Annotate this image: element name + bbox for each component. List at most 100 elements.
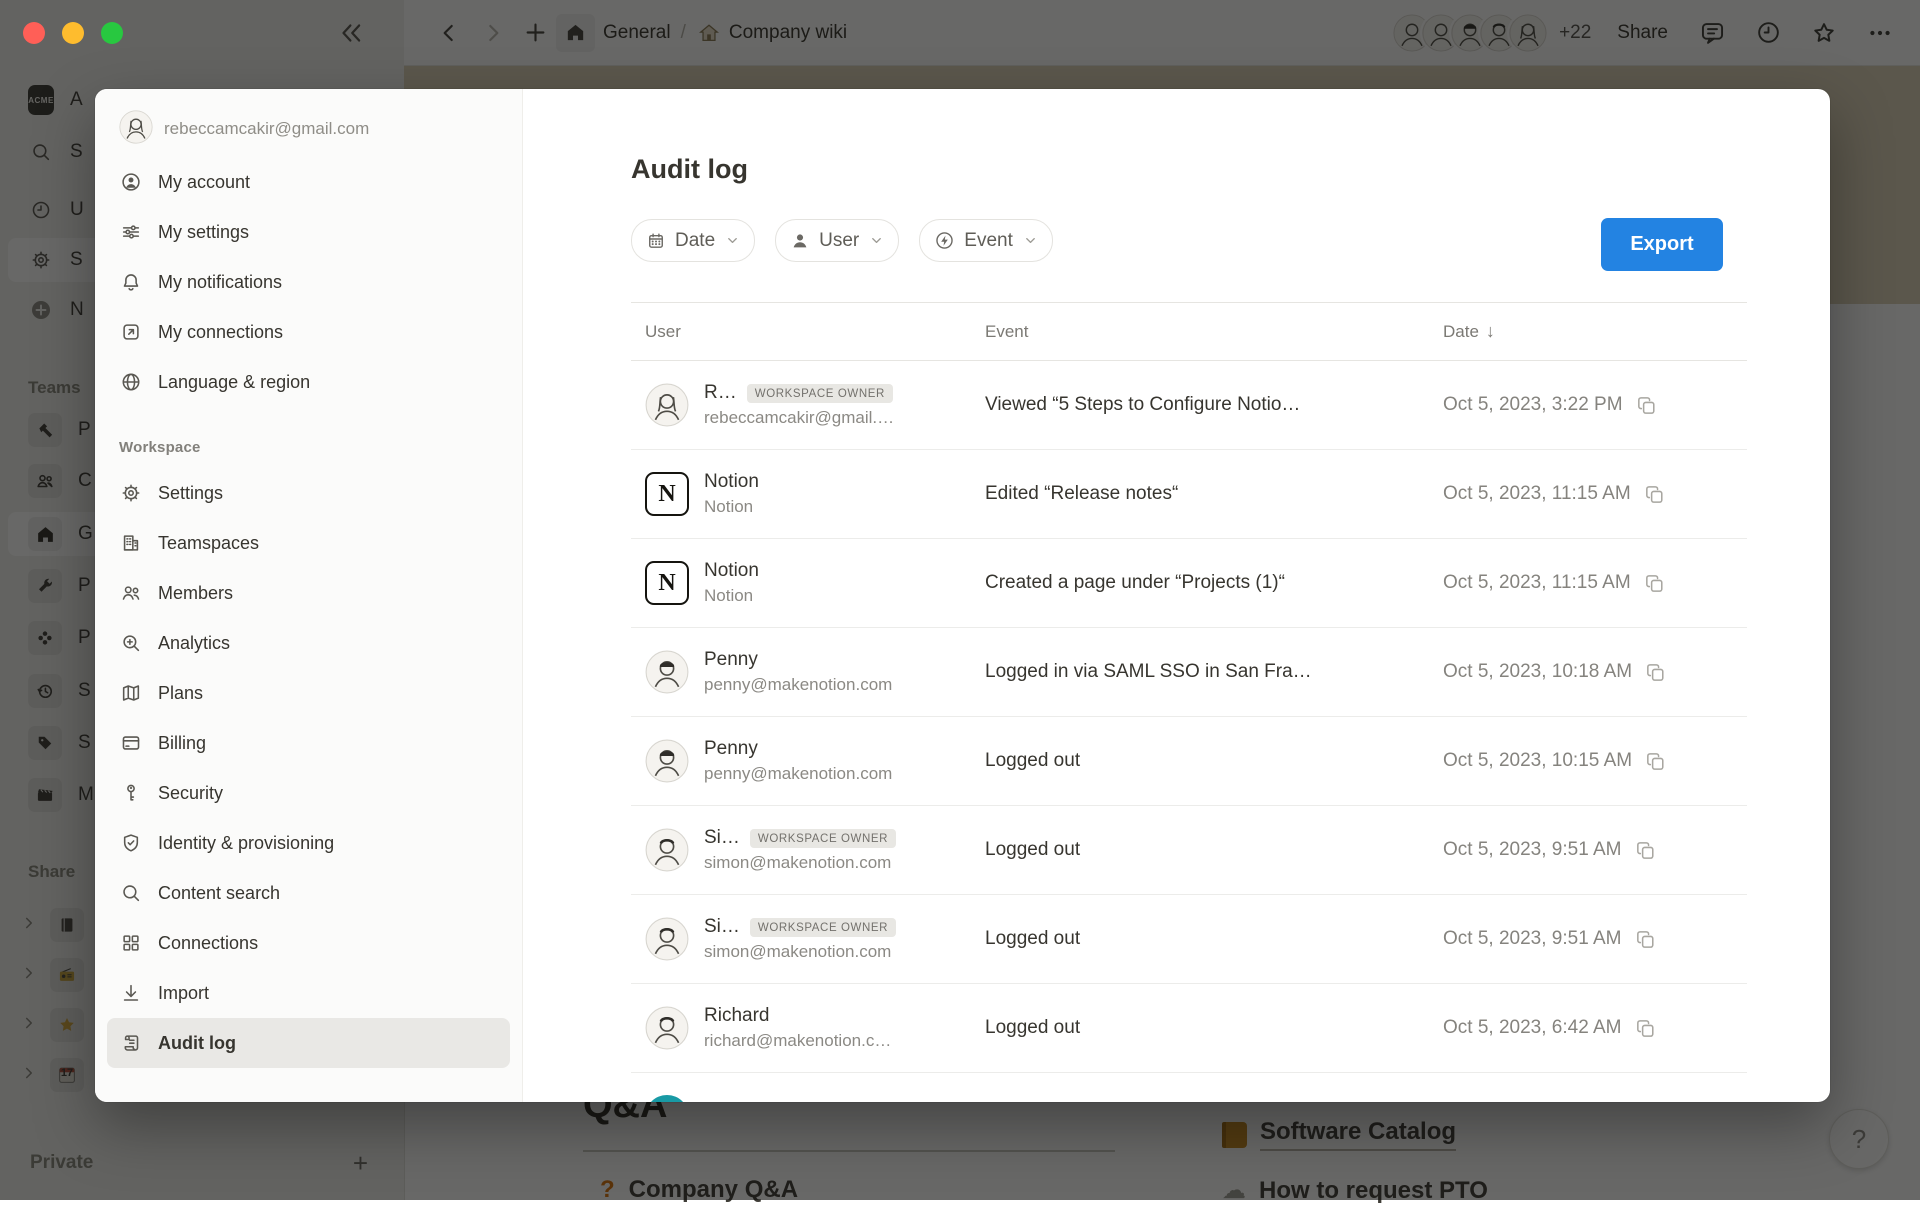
column-header-date[interactable]: Date ↓ — [1443, 321, 1747, 342]
settings-nav-label: Members — [158, 583, 233, 604]
filter-event[interactable]: Event — [919, 219, 1053, 262]
filter-date[interactable]: Date — [631, 219, 755, 262]
settings-nav-my-connections[interactable]: My connections — [107, 307, 510, 357]
audit-row[interactable]: Penny penny@makenotion.com Logged out Oct 5… — [631, 717, 1747, 806]
table-header: User Event Date ↓ — [631, 302, 1747, 361]
cell-user: R…WORKSPACE OWNERrebeccamcakir@gmail.… — [631, 382, 985, 428]
settings-nav-my-settings[interactable]: My settings — [107, 207, 510, 257]
audit-row[interactable]: Si…WORKSPACE OWNERsimon@makenotion.comLo… — [631, 806, 1747, 895]
cell-event: Created a page under “Projects (1)“ — [985, 572, 1443, 594]
user-name: Si… — [704, 827, 740, 849]
settings-nav-import[interactable]: Import — [107, 968, 510, 1018]
settings-nav-plans[interactable]: Plans — [107, 668, 510, 718]
search-icon — [118, 880, 144, 906]
cell-date: Oct 5, 2023, 3:22 PM — [1443, 394, 1747, 417]
settings-nav-label: My account — [158, 172, 250, 193]
cell-event: Logged in via SAML SSO in San Fra… — [985, 661, 1443, 683]
event-text: Logged out — [985, 839, 1080, 860]
copy-icon[interactable] — [1644, 750, 1667, 773]
user-name: R… — [704, 382, 737, 404]
settings-nav-my-notifications[interactable]: My notifications — [107, 257, 510, 307]
settings-nav-label: Audit log — [158, 1033, 236, 1054]
bolt-icon — [934, 230, 955, 251]
avatar-letter: C — [645, 1095, 689, 1102]
gear-icon — [118, 480, 144, 506]
audit-row[interactable]: R…WORKSPACE OWNERrebeccamcakir@gmail.…Vi… — [631, 361, 1747, 450]
settings-nav-label: Language & region — [158, 372, 310, 393]
settings-nav-label: Connections — [158, 933, 258, 954]
copy-icon[interactable] — [1634, 928, 1657, 951]
settings-nav-label: Billing — [158, 733, 206, 754]
cell-user: CCory — [631, 1095, 985, 1102]
settings-nav-billing[interactable]: Billing — [107, 718, 510, 768]
event-text: Created a page under “Projects (1)“ — [985, 572, 1285, 593]
audit-row[interactable]: CCoryLogged in on mac-desktop via SAM…Oc… — [631, 1073, 1747, 1102]
audit-rows: R…WORKSPACE OWNERrebeccamcakir@gmail.…Vi… — [631, 361, 1747, 1102]
minimize-window-icon[interactable] — [62, 22, 84, 44]
person-circle-icon — [118, 169, 144, 195]
user-email: rebeccamcakir@gmail.… — [704, 408, 894, 428]
audit-row[interactable]: NNotionNotionCreated a page under “Proje… — [631, 539, 1747, 628]
page-title: Audit log — [631, 153, 1747, 185]
cell-date: Oct 5, 2023, 10:15 AM — [1443, 750, 1747, 773]
copy-icon[interactable] — [1635, 394, 1658, 417]
audit-row[interactable]: Si…WORKSPACE OWNERsimon@makenotion.comLo… — [631, 895, 1747, 984]
settings-nav-identity-provisioning[interactable]: Identity & provisioning — [107, 818, 510, 868]
cell-user: Penny penny@makenotion.com — [631, 738, 985, 784]
user-name: Penny — [704, 649, 758, 671]
user-email: simon@makenotion.com — [704, 853, 896, 873]
settings-nav-analytics[interactable]: Analytics — [107, 618, 510, 668]
copy-icon[interactable] — [1644, 661, 1667, 684]
account-avatar — [119, 110, 153, 149]
copy-icon[interactable] — [1643, 572, 1666, 595]
screen: { "colors": { "accent": "#2383e2", "cory… — [0, 0, 1920, 1200]
cell-event: Viewed “5 Steps to Configure Notio… — [985, 394, 1443, 416]
user-icon — [790, 231, 810, 251]
cell-user: NNotionNotion — [631, 471, 985, 517]
audit-row[interactable]: Richardrichard@makenotion.c…Logged outOc… — [631, 984, 1747, 1073]
settings-nav-connections[interactable]: Connections — [107, 918, 510, 968]
bell-icon — [118, 269, 144, 295]
grid-icon — [118, 930, 144, 956]
settings-nav-security[interactable]: Security — [107, 768, 510, 818]
audit-row[interactable]: NNotionNotionEdited “Release notes“ Oct 5… — [631, 450, 1747, 539]
column-header-user[interactable]: User — [631, 322, 985, 342]
zoom-window-icon[interactable] — [101, 22, 123, 44]
filter-user[interactable]: User — [775, 219, 899, 262]
user-avatar — [645, 917, 689, 961]
filter-label: Date — [675, 230, 715, 252]
user-email: richard@makenotion.c… — [704, 1031, 891, 1051]
account-header: rebeccamcakir@gmail.com — [95, 109, 522, 149]
map-icon — [118, 680, 144, 706]
user-email: Notion — [704, 586, 759, 606]
settings-nav-language-region[interactable]: Language & region — [107, 357, 510, 407]
copy-icon[interactable] — [1634, 839, 1657, 862]
settings-nav-members[interactable]: Members — [107, 568, 510, 618]
event-text: Logged out — [985, 1017, 1080, 1038]
event-text: Edited “Release notes“ — [985, 483, 1178, 504]
export-button[interactable]: Export — [1601, 218, 1723, 271]
event-date: Oct 5, 2023, 11:15 AM — [1443, 483, 1631, 505]
copy-icon[interactable] — [1634, 1017, 1657, 1040]
settings-nav-my-account[interactable]: My account — [107, 157, 510, 207]
user-avatar — [645, 650, 689, 694]
copy-icon[interactable] — [1643, 483, 1666, 506]
cell-date: Oct 5, 2023, 10:18 AM — [1443, 661, 1747, 684]
card-icon — [118, 730, 144, 756]
event-text: Logged out — [985, 750, 1080, 771]
user-name: Penny — [704, 738, 758, 760]
column-header-event[interactable]: Event — [985, 322, 1443, 342]
cell-event: Logged out — [985, 928, 1443, 950]
settings-nav-settings[interactable]: Settings — [107, 468, 510, 518]
filter-row: Date User Event — [631, 219, 1747, 262]
event-date: Oct 5, 2023, 11:15 AM — [1443, 572, 1631, 594]
filter-label: User — [819, 230, 859, 252]
audit-row[interactable]: Pennypenny@makenotion.comLogged in via S… — [631, 628, 1747, 717]
cell-user: Si…WORKSPACE OWNERsimon@makenotion.com — [631, 827, 985, 873]
close-window-icon[interactable] — [23, 22, 45, 44]
settings-nav-teamspaces[interactable]: Teamspaces — [107, 518, 510, 568]
settings-nav-content-search[interactable]: Content search — [107, 868, 510, 918]
cell-date: Oct 5, 2023, 6:42 AM — [1443, 1017, 1747, 1040]
settings-nav-audit-log[interactable]: Audit log — [107, 1018, 510, 1068]
user-email: penny@makenotion.com — [704, 764, 892, 784]
